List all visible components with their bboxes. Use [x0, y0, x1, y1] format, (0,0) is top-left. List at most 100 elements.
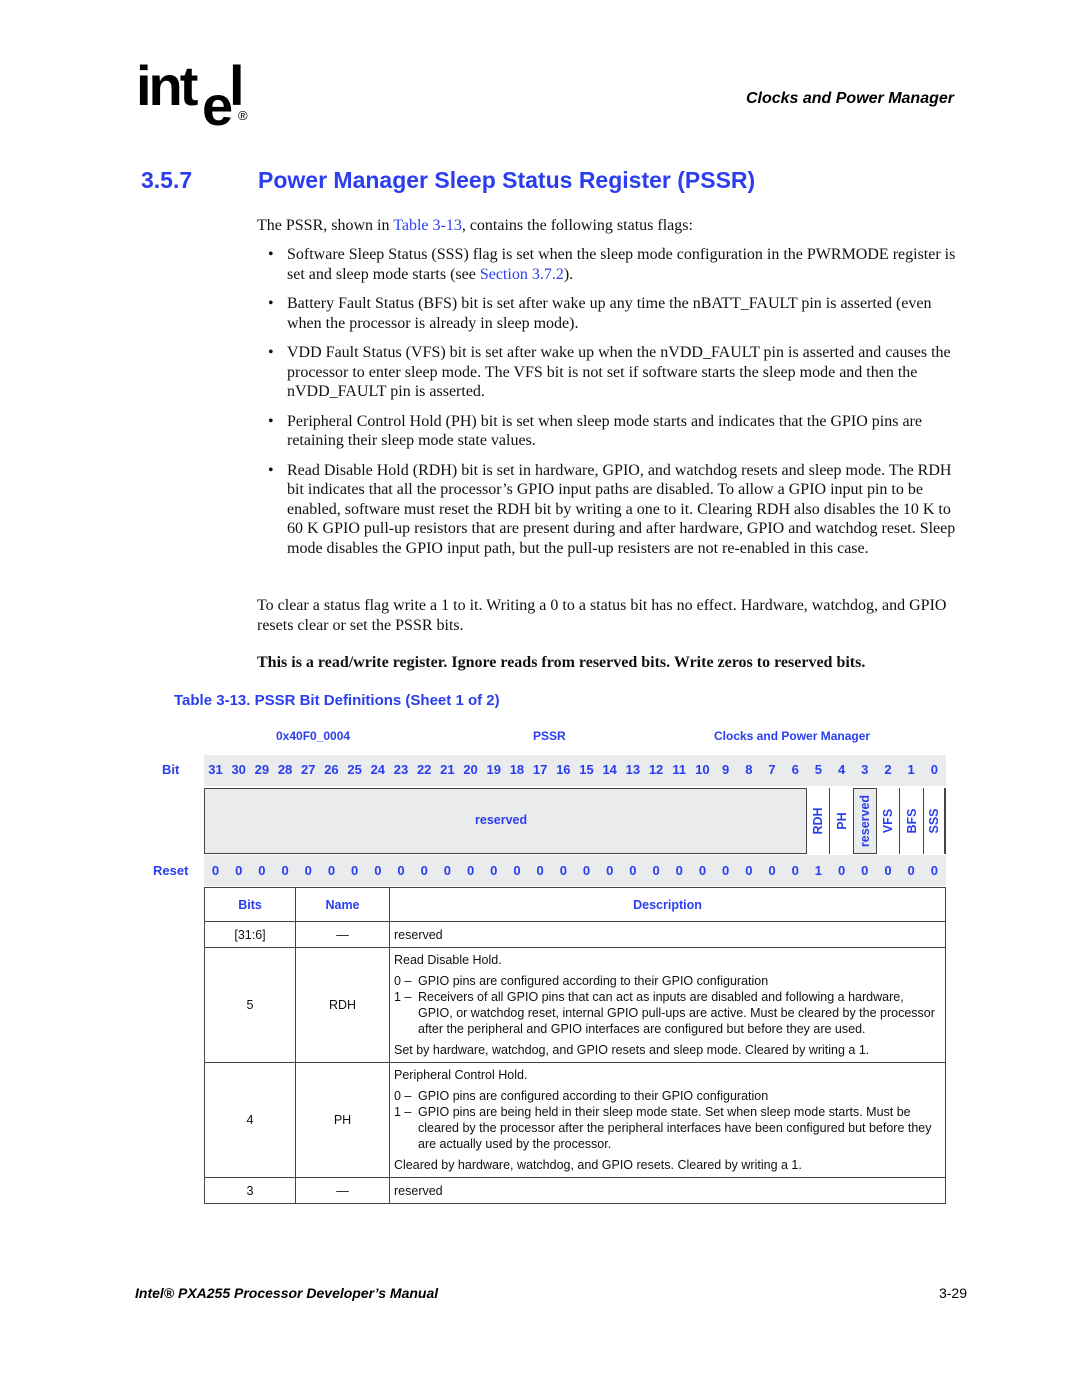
bit-number: 6 [791, 762, 799, 777]
desc-option-1: 1 – GPIO pins are being held in their sle… [394, 1104, 941, 1152]
reset-value: 0 [791, 863, 799, 878]
bit-number: 15 [579, 762, 594, 777]
register-name: PSSR [533, 729, 566, 743]
cell-name: PH [295, 1062, 390, 1178]
reset-value: 0 [722, 863, 730, 878]
cell-description: Peripheral Control Hold. 0 – GPIO pins ar… [389, 1062, 946, 1178]
desc-title: Read Disable Hold. [394, 953, 502, 967]
cell-name: — [295, 921, 390, 948]
table-header-row: Bits Name Description [204, 887, 946, 922]
desc-note: Set by hardware, watchdog, and GPIO rese… [394, 1043, 870, 1057]
bit-number: 16 [556, 762, 571, 777]
header-name: Name [295, 887, 390, 922]
desc-option-0: 0 – GPIO pins are configured according to… [394, 1088, 941, 1104]
desc-option-1: 1 – Receivers of all GPIO pins that can a… [394, 989, 941, 1037]
table-row: 3 — reserved [204, 1177, 946, 1204]
cell-name: — [295, 1177, 390, 1204]
reset-value: 0 [652, 863, 660, 878]
bit-number: 22 [416, 762, 432, 777]
reset-label: Reset [153, 863, 189, 878]
table-link[interactable]: Table 3-13 [393, 217, 462, 234]
field-bfs: BFS [899, 788, 923, 854]
desc-note: Cleared by hardware, watchdog, and GPIO … [394, 1158, 802, 1172]
cell-bits: 5 [204, 947, 296, 1063]
bit-number: 19 [486, 762, 501, 777]
reset-value: 0 [397, 863, 405, 878]
page-number: 3-29 [938, 1285, 967, 1301]
list-item: • Battery Fault Status (BFS) bit is set … [268, 294, 958, 333]
bit-number: 7 [768, 762, 776, 777]
reset-value: 0 [374, 863, 382, 878]
header-bits: Bits [204, 887, 296, 922]
intro-text-tail: , contains the following status flags: [461, 217, 693, 234]
reset-value: 0 [466, 863, 475, 878]
reset-value: 0 [513, 863, 521, 878]
section-link[interactable]: Section 3.7.2 [480, 266, 564, 283]
bit-number: 29 [254, 762, 270, 777]
bit-number: 18 [509, 762, 525, 777]
reset-value: 1 [814, 863, 822, 878]
reset-value: 0 [884, 863, 892, 878]
cell-bits: 3 [204, 1177, 296, 1204]
option-text: GPIO pins are configured according to th… [418, 1089, 769, 1103]
bit-number: 26 [324, 762, 339, 777]
bit-number: 2 [884, 762, 892, 777]
field-reserved-high: reserved [475, 813, 528, 827]
reset-value: 0 [837, 863, 846, 878]
intel-logo: int e l ® [136, 58, 266, 134]
field-reserved-bit3: reserved [853, 788, 876, 854]
bit-number: 14 [602, 762, 617, 777]
field-sss-label: SSS [927, 808, 941, 834]
reset-value: 0 [536, 863, 544, 878]
bullet-text: Software Sleep Status (SSS) flag is set … [287, 246, 956, 283]
section-title: Power Manager Sleep Status Register (PSS… [258, 167, 756, 193]
field-bfs-label: BFS [904, 808, 919, 834]
intro-text: The PSSR, shown in [257, 217, 394, 234]
bullet-text: VDD Fault Status (VFS) bit is set after … [287, 344, 951, 400]
desc-option-0: 0 – GPIO pins are configured according to… [394, 973, 941, 989]
desc-title: Peripheral Control Hold. [394, 1068, 528, 1082]
bullet-icon: • [268, 344, 274, 361]
option-text: GPIO pins are being held in their sleep … [418, 1105, 932, 1151]
bullet-text: Battery Fault Status (BFS) bit is set af… [287, 295, 932, 332]
table-caption: Table 3-13. PSSR Bit Definitions (Sheet … [174, 692, 500, 709]
register-address: 0x40F0_0004 [276, 729, 351, 743]
status-flag-list: • Software Sleep Status (SSS) flag is se… [268, 245, 958, 568]
reset-value: 0 [861, 863, 869, 878]
bit-number: 0 [930, 762, 938, 777]
reset-value: 0 [211, 863, 220, 878]
bit-number: 5 [814, 762, 822, 777]
cell-description: reserved [389, 1177, 946, 1204]
reset-value: 0 [327, 863, 336, 878]
reset-value: 0 [629, 863, 637, 878]
option-key: 1 – [394, 990, 412, 1004]
logo-text-l: l [229, 54, 245, 117]
clear-paragraph: To clear a status flag write a 1 to it. … [257, 597, 947, 634]
list-item: • VDD Fault Status (VFS) bit is set afte… [268, 343, 958, 402]
cell-description: Read Disable Hold. 0 – GPIO pins are conf… [389, 947, 946, 1063]
reset-value: 0 [582, 863, 591, 878]
option-text: GPIO pins are configured according to th… [418, 974, 769, 988]
bullet-icon: • [268, 412, 274, 430]
cell-name: RDH [295, 947, 390, 1063]
bullet-text: Read Disable Hold (RDH) bit is set in ha… [287, 461, 956, 557]
bit-number: 31 [208, 762, 223, 777]
reset-value: 0 [745, 863, 753, 878]
header-description: Description [389, 887, 946, 922]
field-ph-label: PH [834, 812, 849, 830]
bit-number: 12 [648, 762, 664, 777]
table-row: [31:6] — reserved [204, 921, 946, 948]
bit-number: 21 [440, 762, 455, 777]
bit-definitions-table: Bits Name Description [31:6] — reserved … [204, 887, 946, 1204]
list-item: • Software Sleep Status (SSS) flag is se… [268, 245, 958, 284]
table-row: 4 PH Peripheral Control Hold. 0 – GPIO pi… [204, 1062, 946, 1178]
register-unit: Clocks and Power Manager [714, 729, 871, 743]
bit-number: 24 [370, 762, 386, 777]
bit-number: 1 [907, 762, 915, 777]
reset-value: 0 [443, 863, 451, 878]
field-rdh-label: RDH [811, 807, 825, 835]
field-vfs-label: VFS [881, 808, 895, 834]
bullet-tail: ). [563, 265, 574, 283]
bit-number: 30 [231, 762, 246, 777]
section-heading: 3.5.7 Power Manager Sleep Status Register… [141, 167, 755, 194]
